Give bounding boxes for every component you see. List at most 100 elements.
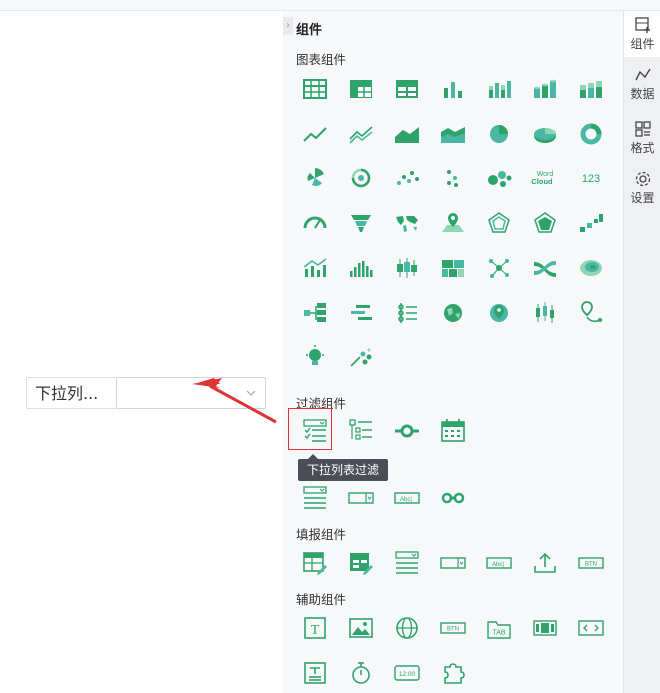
- number-text: 123: [582, 173, 600, 185]
- stacked-3d-bar-icon[interactable]: [576, 74, 606, 104]
- tooltip: 下拉列表过滤: [298, 454, 388, 481]
- filled-radar-icon[interactable]: [530, 208, 560, 238]
- route-map-icon[interactable]: [576, 298, 606, 328]
- timeline-list-icon[interactable]: [392, 298, 422, 328]
- fill-combo-icon[interactable]: [438, 548, 468, 578]
- sankey-icon[interactable]: [530, 253, 560, 283]
- section-title-aux: 辅助组件: [296, 592, 347, 607]
- tab-text: TAB: [492, 630, 505, 637]
- plugin-puzzle-icon[interactable]: [438, 658, 468, 688]
- btn-text: BTN: [585, 562, 597, 568]
- donut-chart-icon[interactable]: [576, 119, 606, 149]
- digital-clock-icon[interactable]: 12:00: [392, 658, 422, 688]
- step-chart-icon[interactable]: [576, 208, 606, 238]
- globe-chart-icon[interactable]: [438, 298, 468, 328]
- table-icon[interactable]: [300, 74, 330, 104]
- wordcloud-cloud: Cloud: [531, 177, 553, 186]
- map-pin-icon[interactable]: [438, 208, 468, 238]
- web-icon[interactable]: [392, 613, 422, 643]
- title-text-icon[interactable]: [300, 658, 330, 688]
- t-text: T: [311, 623, 320, 638]
- line-chart-icon[interactable]: [300, 119, 330, 149]
- multi-line-icon[interactable]: [346, 119, 376, 149]
- tree-filter-icon[interactable]: [346, 416, 376, 446]
- map-marker-icon[interactable]: [484, 298, 514, 328]
- sidebar-item-component[interactable]: 组件: [624, 11, 660, 57]
- world-map-icon[interactable]: [392, 208, 422, 238]
- filter-label: 下拉列...: [26, 377, 116, 409]
- fill-dropdown-icon[interactable]: [392, 548, 422, 578]
- ring-progress-icon[interactable]: [346, 163, 376, 193]
- sidebar-label-data: 数据: [630, 87, 655, 101]
- red-arrow-annotation: [192, 378, 277, 424]
- clock-text: 12:00: [399, 671, 416, 678]
- text-box-icon[interactable]: T: [300, 613, 330, 643]
- fill-form-icon[interactable]: [346, 548, 376, 578]
- boxplot-icon[interactable]: [392, 253, 422, 283]
- stacked-area-icon[interactable]: [438, 119, 468, 149]
- aux-btn-text: BTN: [447, 627, 459, 633]
- area-chart-icon[interactable]: [392, 119, 422, 149]
- upload-icon[interactable]: [530, 548, 560, 578]
- carousel-icon[interactable]: [530, 613, 560, 643]
- fill-button-icon[interactable]: BTN: [576, 548, 606, 578]
- settings-icon: [635, 171, 650, 187]
- sidebar-label-format: 格式: [630, 141, 655, 155]
- radar-chart-icon[interactable]: [484, 208, 514, 238]
- dropdown-list-icon[interactable]: [300, 483, 330, 513]
- dashboard-canvas[interactable]: 下拉列...: [0, 11, 283, 693]
- component-panel: › 组件 图表组件 过滤组件 填报组件 辅助组件 WordCloud 123: [283, 11, 623, 693]
- embed-code-icon[interactable]: [576, 613, 606, 643]
- gauge-icon[interactable]: [300, 208, 330, 238]
- format-icon: [634, 121, 651, 137]
- tree-chart-icon[interactable]: [300, 298, 330, 328]
- candlestick-icon[interactable]: [530, 298, 560, 328]
- dropdown-list-filter-icon[interactable]: [300, 416, 330, 446]
- bar-line-combo-icon[interactable]: [300, 253, 330, 283]
- combo-box-icon[interactable]: [346, 483, 376, 513]
- contour-map-icon[interactable]: [576, 253, 606, 283]
- section-title-fill: 填报组件: [296, 527, 347, 542]
- 3d-bar-icon[interactable]: [530, 74, 560, 104]
- pivot-table-icon[interactable]: [392, 74, 422, 104]
- network-graph-icon[interactable]: [484, 253, 514, 283]
- top-border: [0, 0, 660, 11]
- fill-abc-text: Abc|: [492, 562, 504, 568]
- slider-filter-icon[interactable]: [392, 416, 422, 446]
- sidebar-item-data[interactable]: 数据: [624, 61, 660, 107]
- fill-text-input-icon[interactable]: Abc|: [484, 548, 514, 578]
- pie-chart-icon[interactable]: [484, 119, 514, 149]
- image-icon[interactable]: [346, 613, 376, 643]
- word-cloud-icon[interactable]: Word Cloud: [530, 163, 560, 193]
- stopwatch-icon[interactable]: [346, 658, 376, 688]
- dot-chart-icon[interactable]: [438, 163, 468, 193]
- date-filter-icon[interactable]: [438, 416, 468, 446]
- 3d-pie-icon[interactable]: [530, 119, 560, 149]
- stacked-bar-icon[interactable]: [484, 74, 514, 104]
- sidebar-item-format[interactable]: 格式: [624, 115, 660, 161]
- scatter-chart-icon[interactable]: [392, 163, 422, 193]
- smart-chart-icon[interactable]: [346, 342, 376, 372]
- gantt-icon[interactable]: [346, 298, 376, 328]
- rose-chart-icon[interactable]: [300, 163, 330, 193]
- collapse-panel-icon[interactable]: ›: [283, 17, 293, 35]
- number-card-icon[interactable]: 123: [576, 163, 606, 193]
- range-slider-icon[interactable]: [438, 483, 468, 513]
- section-title-chart: 图表组件: [296, 52, 347, 67]
- text-input-icon[interactable]: Abc|: [392, 483, 422, 513]
- bubble-chart-icon[interactable]: [484, 163, 514, 193]
- right-sidebar: 组件 数据 格式 设置: [623, 11, 660, 693]
- fill-table-icon[interactable]: [300, 548, 330, 578]
- abc-text: Abc|: [400, 497, 412, 503]
- heatmap-icon[interactable]: [438, 253, 468, 283]
- funnel-icon[interactable]: [346, 208, 376, 238]
- sidebar-label-component: 组件: [630, 37, 655, 51]
- tab-icon[interactable]: TAB: [484, 613, 514, 643]
- button-icon[interactable]: BTN: [438, 613, 468, 643]
- crosstab-icon[interactable]: [346, 74, 376, 104]
- panel-title: 组件: [296, 23, 323, 38]
- sidebar-item-settings[interactable]: 设置: [624, 165, 660, 211]
- bar-chart-icon[interactable]: [438, 74, 468, 104]
- insight-bulb-icon[interactable]: [300, 342, 330, 372]
- histogram-icon[interactable]: [346, 253, 376, 283]
